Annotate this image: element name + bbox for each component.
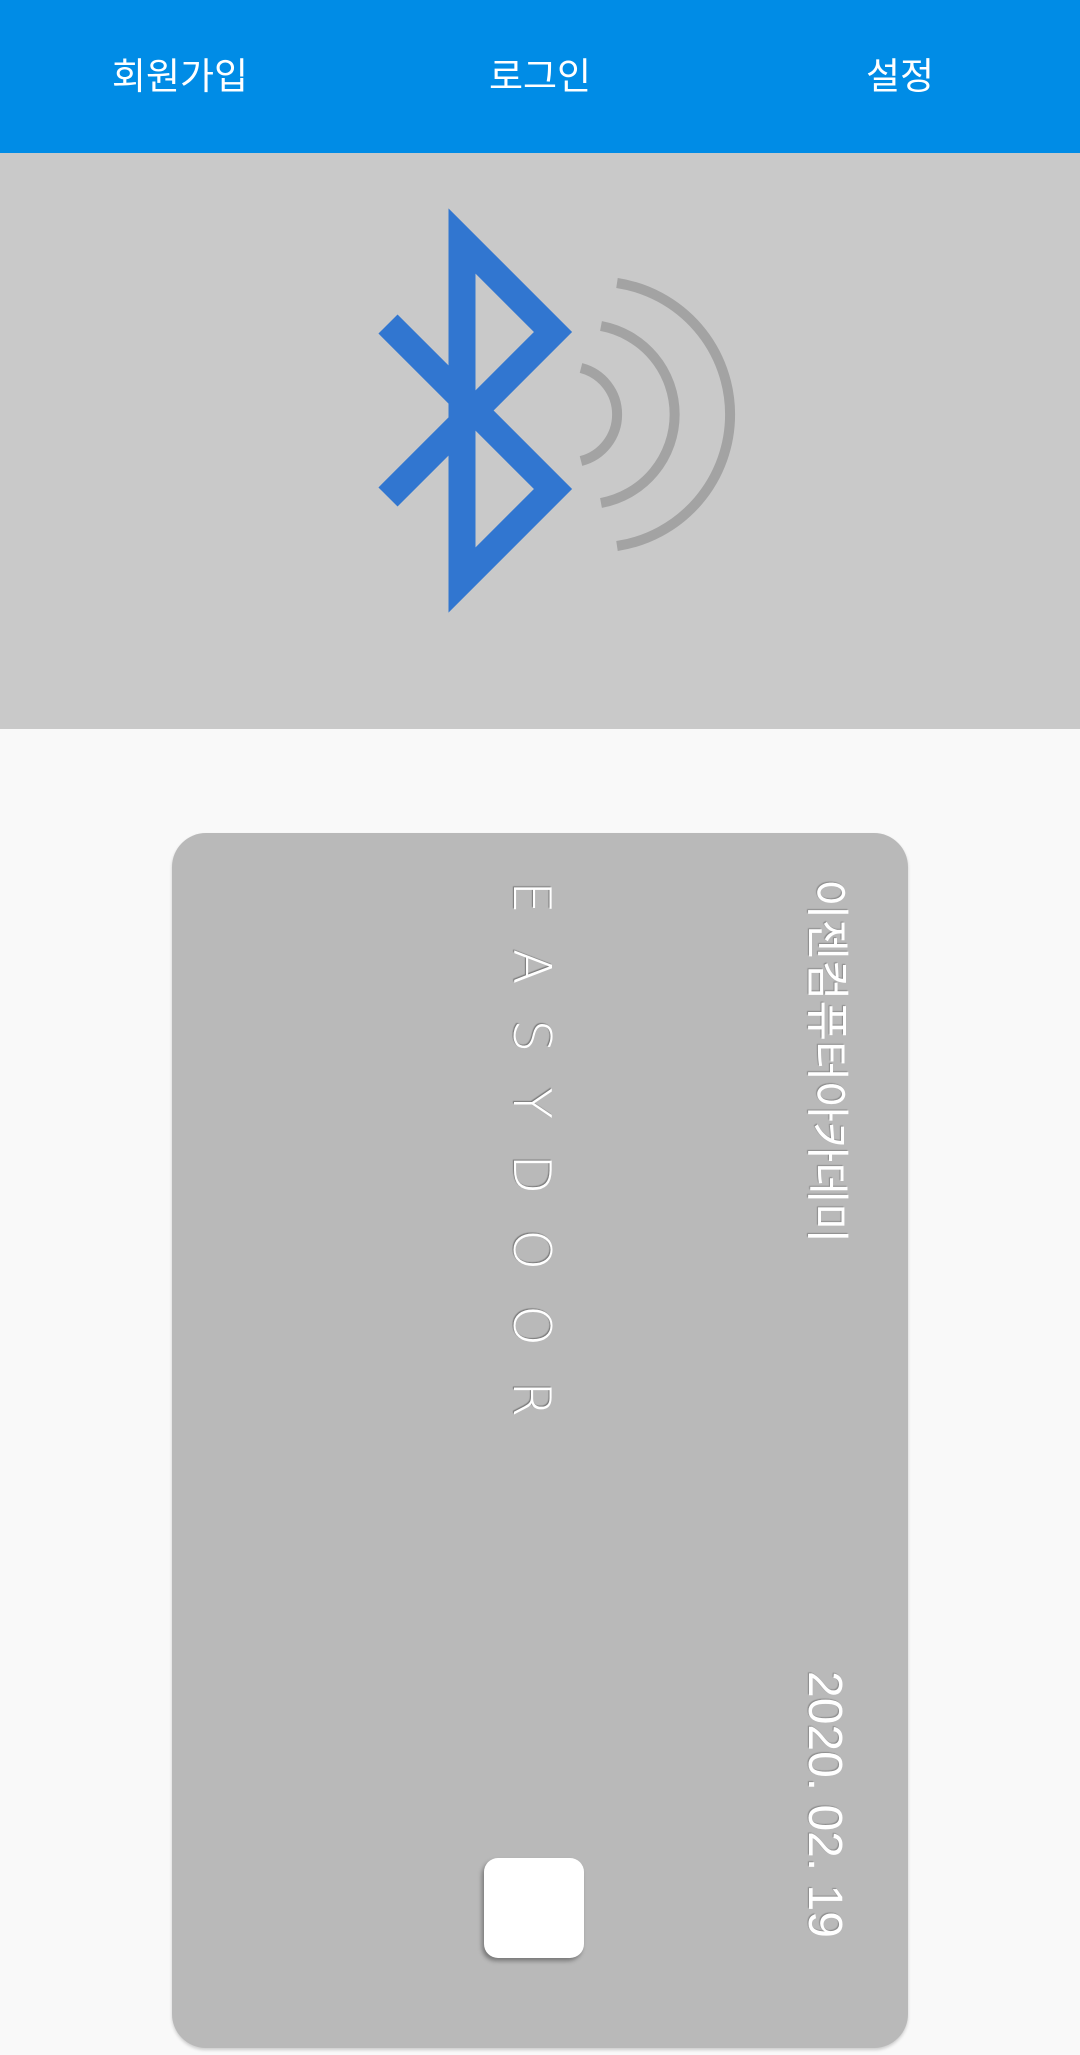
- card-brand: EASYDOOR: [501, 881, 561, 1453]
- top-tab-bar: 회원가입 로그인 설정: [0, 0, 1080, 153]
- bluetooth-panel[interactable]: [0, 153, 1080, 729]
- bluetooth-icon: [378, 208, 573, 613]
- tab-login[interactable]: 로그인: [360, 0, 720, 153]
- card-date: 2020. 02. 19: [798, 1671, 851, 1938]
- access-card[interactable]: EASYDOOR 이젠컴퓨터아카데미 2020. 02. 19: [172, 833, 908, 2048]
- card-company-name: 이젠컴퓨터아카데미: [801, 879, 852, 1244]
- card-chip: [484, 1858, 584, 1958]
- tab-settings[interactable]: 설정: [720, 0, 1080, 153]
- bluetooth-graphic: [378, 208, 736, 613]
- tab-signup[interactable]: 회원가입: [0, 0, 360, 153]
- signal-waves-icon: [579, 278, 736, 551]
